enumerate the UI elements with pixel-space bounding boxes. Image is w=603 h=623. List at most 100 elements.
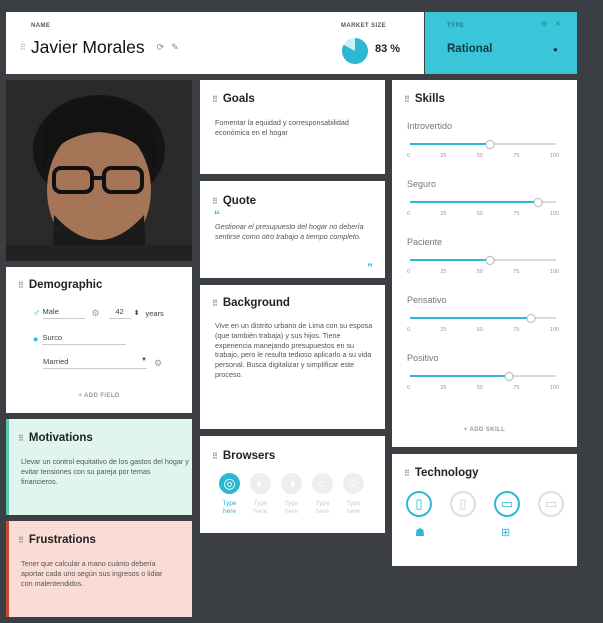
persona-name[interactable]: Javier Morales [31,37,145,58]
tick-label: 100 [549,211,559,217]
slider-track[interactable] [407,139,559,149]
gear-icon[interactable]: ⚙ [154,358,162,369]
drag-handle-icon[interactable]: ⠿ [20,43,26,52]
slider-track[interactable] [407,255,559,265]
motivations-text[interactable]: Llevar un control equitativo de los gast… [21,457,189,486]
browser-label[interactable]: Type here [217,500,242,515]
slider-track[interactable] [407,371,559,381]
age-unit: years [145,308,164,318]
safari-icon[interactable]: ✧ [343,473,364,494]
tick-label: 50 [476,211,483,217]
gender-field[interactable]: Male [42,307,85,319]
slider-handle[interactable] [526,313,536,323]
tick-label: 100 [549,327,559,333]
close-quote-icon: ” [367,261,373,275]
lightbulb-icon: ● [553,45,558,54]
slider-fill [410,259,491,261]
opera-icon[interactable]: ○ [312,473,333,494]
slider-fill [410,375,510,377]
type-value: Rational [447,43,493,55]
demographic-title: Demographic [28,279,103,291]
tick-label: 100 [549,153,559,159]
slider-handle[interactable] [485,139,495,149]
slider-handle[interactable] [504,371,514,381]
browser-label[interactable]: Type here [279,500,304,515]
goals-title: Goals [222,93,255,105]
slider-handle[interactable] [485,255,495,265]
skill-label: Positivo [407,353,439,363]
windows-icon[interactable]: ⊞ [501,526,510,539]
chrome-icon[interactable]: ◎ [219,473,240,494]
frustrations-text[interactable]: Tener que calcular a mano cuánto debería… [21,559,171,588]
tablet-icon[interactable]: ▯ [450,491,476,517]
background-text[interactable]: Vive en un distrito urbano de Lima con s… [215,321,375,380]
drag-handle-icon[interactable]: ⠿ [212,95,218,104]
skill-slider[interactable]: Paciente 0 25 50 75 100 [407,237,559,275]
persona-photo[interactable] [6,80,192,261]
skill-label: Paciente [407,237,443,247]
type-panel[interactable]: TYPE ⚙ ✕ Rational ● [425,12,577,74]
drag-handle-icon[interactable]: ⠿ [212,299,218,308]
skills-title: Skills [414,93,445,105]
pencil-icon[interactable]: ✎ [171,42,179,53]
edge-icon[interactable]: ◑ [281,473,302,494]
goals-text[interactable]: Fomentar la equidad y corresponsabilidad… [215,118,370,138]
drag-handle-icon[interactable]: ⠿ [18,536,24,545]
drag-handle-icon[interactable]: ⠿ [18,281,24,290]
add-skill-button[interactable]: + ADD SKILL [392,427,577,433]
market-size-pie[interactable] [341,37,369,65]
tick-label: 75 [513,385,520,391]
tick-label: 100 [549,269,559,275]
drag-handle-icon[interactable]: ⠿ [212,197,218,206]
tick-label: 75 [513,327,520,333]
skill-slider[interactable]: Positivo 0 25 50 75 100 [407,353,559,391]
marital-status-value: Married [43,357,69,366]
skill-slider[interactable]: Seguro 0 25 50 75 100 [407,179,559,217]
drag-handle-icon[interactable]: ⠿ [404,469,410,478]
skill-slider[interactable]: Pensativo 0 25 50 75 100 [407,295,559,333]
frustrations-title: Frustrations [28,534,96,546]
smartphone-icon[interactable]: ▯ [406,491,432,517]
browser-label[interactable]: Type here [248,500,273,515]
gear-icon[interactable]: ⚙ [541,20,547,28]
drag-handle-icon[interactable]: ⠿ [404,95,410,104]
tick-label: 75 [513,153,520,159]
slider-handle[interactable] [533,197,543,207]
age-field[interactable]: 42 [108,307,131,319]
technology-title: Technology [414,467,479,479]
browser-label[interactable]: Type here [341,500,366,515]
tick-label: 50 [476,269,483,275]
gear-icon[interactable]: ⚙ [92,308,100,319]
tick-label: 0 [407,153,411,159]
firefox-icon[interactable]: ◐ [250,473,271,494]
age-stepper-icon[interactable]: ⬍ [134,309,140,317]
tick-label: 0 [407,385,411,391]
slider-ticks: 0 25 50 75 100 [407,211,559,217]
marital-status-select[interactable]: Married ▼ [43,357,147,369]
skill-label: Introvertido [407,121,453,131]
quote-text[interactable]: Gestionar el presupuesto del hogar no de… [215,222,370,242]
location-field[interactable]: Surco [42,333,127,345]
tick-label: 75 [513,269,520,275]
skill-slider[interactable]: Introvertido 0 25 50 75 100 [407,121,559,159]
browser-label[interactable]: Type here [310,500,335,515]
android-icon[interactable]: ☗ [415,526,425,539]
demographic-card: ⠿ Demographic ♂ Male ⚙ 42 ⬍ years ● Surc… [6,267,192,413]
tick-label: 75 [513,211,520,217]
motivations-card: ⠿ Motivations Llevar un control equitati… [6,419,192,515]
drag-handle-icon[interactable]: ⠿ [18,434,24,443]
close-icon[interactable]: ✕ [555,20,561,28]
tick-label: 50 [476,153,483,159]
tick-label: 100 [549,385,559,391]
slider-track[interactable] [407,197,559,207]
frustrations-card: ⠿ Frustrations Tener que calcular a mano… [6,521,192,617]
refresh-icon[interactable]: ⟳ [157,42,165,53]
add-field-button[interactable]: + ADD FIELD [6,393,192,399]
market-size-label: MARKET SIZE [341,23,387,29]
motivations-title: Motivations [28,432,93,444]
slider-track[interactable] [407,313,559,323]
quote-title: Quote [222,195,257,207]
desktop-icon[interactable]: ▭ [538,491,564,517]
laptop-icon[interactable]: ▭ [494,491,520,517]
drag-handle-icon[interactable]: ⠿ [212,452,218,461]
